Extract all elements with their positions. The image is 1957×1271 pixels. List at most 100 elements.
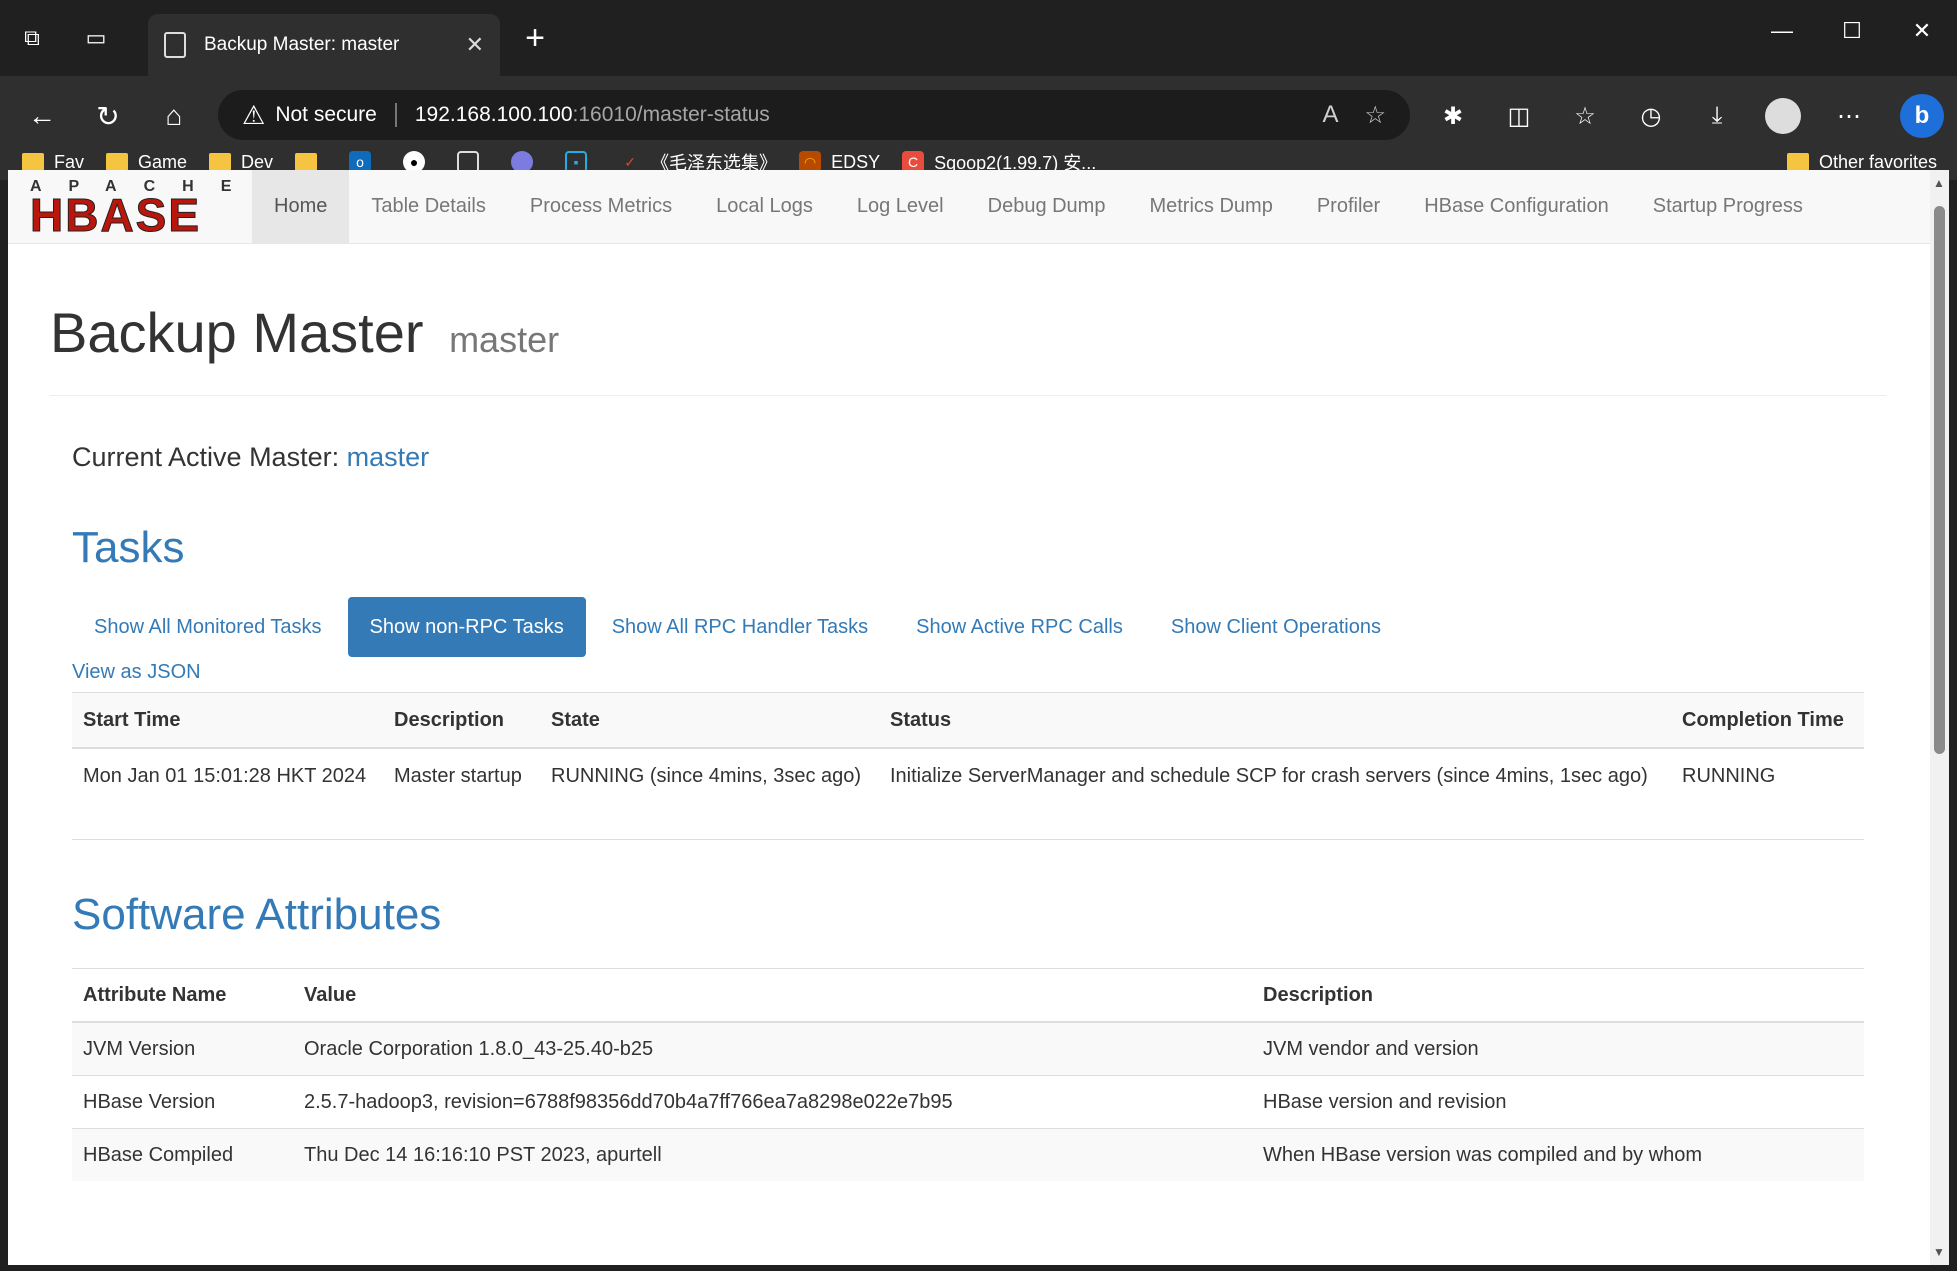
table-row: HBase Compiled Thu Dec 14 16:16:10 PST 2… [72, 1128, 1864, 1181]
column-header: Start Time [83, 709, 181, 731]
split-screen-icon[interactable]: ◫ [1486, 90, 1552, 142]
task-status: Initialize ServerManager and schedule SC… [890, 765, 1648, 787]
attribute-value: 2.5.7-hadoop3, revision=6788f98356dd70b4… [304, 1091, 953, 1113]
copilot-icon[interactable]: b [1900, 94, 1944, 138]
folder-icon [209, 153, 232, 171]
warning-icon[interactable]: ⚠ [242, 100, 265, 131]
attribute-description: When HBase version was compiled and by w… [1263, 1144, 1703, 1166]
folder-icon [106, 153, 129, 171]
nav-home[interactable]: Home [252, 170, 350, 244]
web-page: APACHE HBASE Home Table Details Process … [8, 170, 1930, 1265]
column-header: Status [890, 709, 952, 731]
nav-debug-dump[interactable]: Debug Dump [966, 170, 1128, 244]
more-options-icon[interactable]: ⋯ [1816, 90, 1882, 142]
column-header: Completion Time [1682, 709, 1844, 731]
column-header: Description [1263, 984, 1374, 1006]
close-tab-icon[interactable]: ✕ [466, 32, 484, 58]
scroll-up-icon[interactable]: ▲ [1933, 176, 1945, 190]
bookmark-folder[interactable] [295, 153, 327, 171]
nav-startup-progress[interactable]: Startup Progress [1631, 170, 1825, 244]
nav-profiler[interactable]: Profiler [1295, 170, 1402, 244]
profile-avatar[interactable] [1765, 98, 1801, 134]
history-icon[interactable]: ◷ [1618, 90, 1684, 142]
url-host[interactable]: 192.168.100.100 [415, 103, 573, 127]
folder-icon [295, 153, 318, 171]
hbase-logo[interactable]: APACHE HBASE [8, 170, 252, 244]
page-icon [164, 32, 186, 58]
tasks-filter-pills: Show All Monitored Tasks Show non-RPC Ta… [72, 597, 1864, 657]
table-row: HBase Version 2.5.7-hadoop3, revision=67… [72, 1075, 1864, 1129]
nav-table-details[interactable]: Table Details [349, 170, 508, 244]
table-row: JVM Version Oracle Corporation 1.8.0_43-… [72, 1022, 1864, 1076]
scroll-down-icon[interactable]: ▼ [1933, 1245, 1945, 1259]
tasks-heading: Tasks [72, 523, 185, 572]
table-header-row: Start Time Description State Status Comp… [72, 692, 1864, 748]
active-master-link[interactable]: master [347, 442, 430, 472]
new-tab-icon[interactable]: + [515, 14, 555, 62]
browser-tab[interactable]: Backup Master: master ✕ [148, 14, 500, 76]
tab-title: Backup Master: master [204, 34, 400, 55]
column-header: Value [304, 984, 357, 1006]
address-bar[interactable]: ⚠ Not secure 192.168.100.100:16010/maste… [218, 90, 1410, 140]
software-attributes-table: Attribute Name Value Description JVM Ver… [72, 968, 1864, 1181]
page-header: Backup Master master [50, 244, 1886, 396]
nav-hbase-configuration[interactable]: HBase Configuration [1402, 170, 1631, 244]
attribute-description: HBase version and revision [1263, 1091, 1507, 1113]
task-state: RUNNING (since 4mins, 3sec ago) [551, 765, 862, 787]
pill-client-operations[interactable]: Show Client Operations [1149, 597, 1403, 657]
browser-titlebar: ⧉ ▭ Backup Master: master ✕ + — ☐ ✕ [0, 0, 1957, 76]
workspaces-icon[interactable]: ⧉ [0, 0, 64, 76]
minimize-icon[interactable]: — [1747, 0, 1817, 62]
column-header: State [551, 709, 600, 731]
browser-toolbar: ← ↻ ⌂ ⚠ Not secure 192.168.100.100:16010… [0, 76, 1957, 180]
task-description: Master startup [394, 765, 522, 787]
task-completion-time: RUNNING [1682, 765, 1776, 787]
nav-metrics-dump[interactable]: Metrics Dump [1127, 170, 1294, 244]
hbase-navbar: APACHE HBASE Home Table Details Process … [8, 170, 1930, 244]
table-row: Mon Jan 01 15:01:28 HKT 2024 Master star… [72, 748, 1864, 839]
attribute-name: HBase Version [83, 1091, 216, 1113]
security-label[interactable]: Not secure [275, 103, 377, 127]
nav-local-logs[interactable]: Local Logs [694, 170, 835, 244]
page-title: Backup Master master [50, 301, 560, 364]
column-header: Attribute Name [83, 984, 227, 1006]
page-scrollbar[interactable]: ▲ ▼ [1930, 170, 1949, 1265]
table-header-row: Attribute Name Value Description [72, 969, 1864, 1022]
downloads-icon[interactable]: ⤓ [1684, 90, 1750, 142]
software-attributes-heading: Software Attributes [72, 890, 442, 939]
back-icon[interactable]: ← [16, 90, 68, 142]
task-start-time: Mon Jan 01 15:01:28 HKT 2024 [83, 765, 367, 787]
favorites-icon[interactable]: ☆ [1552, 90, 1618, 142]
folder-icon [1786, 153, 1809, 171]
folder-icon [22, 153, 44, 171]
vertical-tabs-icon[interactable]: ▭ [64, 0, 128, 76]
view-as-json-link[interactable]: View as JSON [72, 661, 1864, 684]
active-master-label: Current Active Master: [72, 442, 340, 472]
column-header: Description [394, 709, 505, 731]
address-divider [394, 103, 397, 127]
active-master: Current Active Master: master [72, 442, 1864, 473]
section-divider [72, 839, 1864, 840]
tasks-table: Start Time Description State Status Comp… [72, 692, 1864, 839]
attribute-value: Oracle Corporation 1.8.0_43-25.40-b25 [304, 1038, 654, 1060]
pill-active-rpc-calls[interactable]: Show Active RPC Calls [894, 597, 1145, 657]
attribute-value: Thu Dec 14 16:16:10 PST 2023, apurtell [304, 1144, 662, 1166]
refresh-icon[interactable]: ↻ [82, 90, 134, 142]
extensions-icon[interactable]: ✱ [1420, 90, 1486, 142]
pill-all-rpc-handler-tasks[interactable]: Show All RPC Handler Tasks [590, 597, 890, 657]
pill-non-rpc-tasks[interactable]: Show non-RPC Tasks [347, 597, 586, 657]
nav-log-level[interactable]: Log Level [835, 170, 966, 244]
attribute-name: JVM Version [83, 1038, 196, 1060]
pill-all-monitored-tasks[interactable]: Show All Monitored Tasks [72, 597, 344, 657]
read-aloud-icon[interactable]: A [1322, 101, 1338, 130]
url-path[interactable]: :16010/master-status [573, 103, 770, 127]
maximize-icon[interactable]: ☐ [1817, 0, 1887, 62]
attribute-name: HBase Compiled [83, 1144, 234, 1166]
close-window-icon[interactable]: ✕ [1887, 0, 1957, 62]
favorite-star-icon[interactable]: ☆ [1364, 101, 1386, 130]
nav-process-metrics[interactable]: Process Metrics [508, 170, 694, 244]
page-subtitle: master [449, 319, 560, 360]
home-icon[interactable]: ⌂ [148, 90, 200, 142]
attribute-description: JVM vendor and version [1263, 1038, 1479, 1060]
scroll-thumb[interactable] [1934, 206, 1945, 754]
